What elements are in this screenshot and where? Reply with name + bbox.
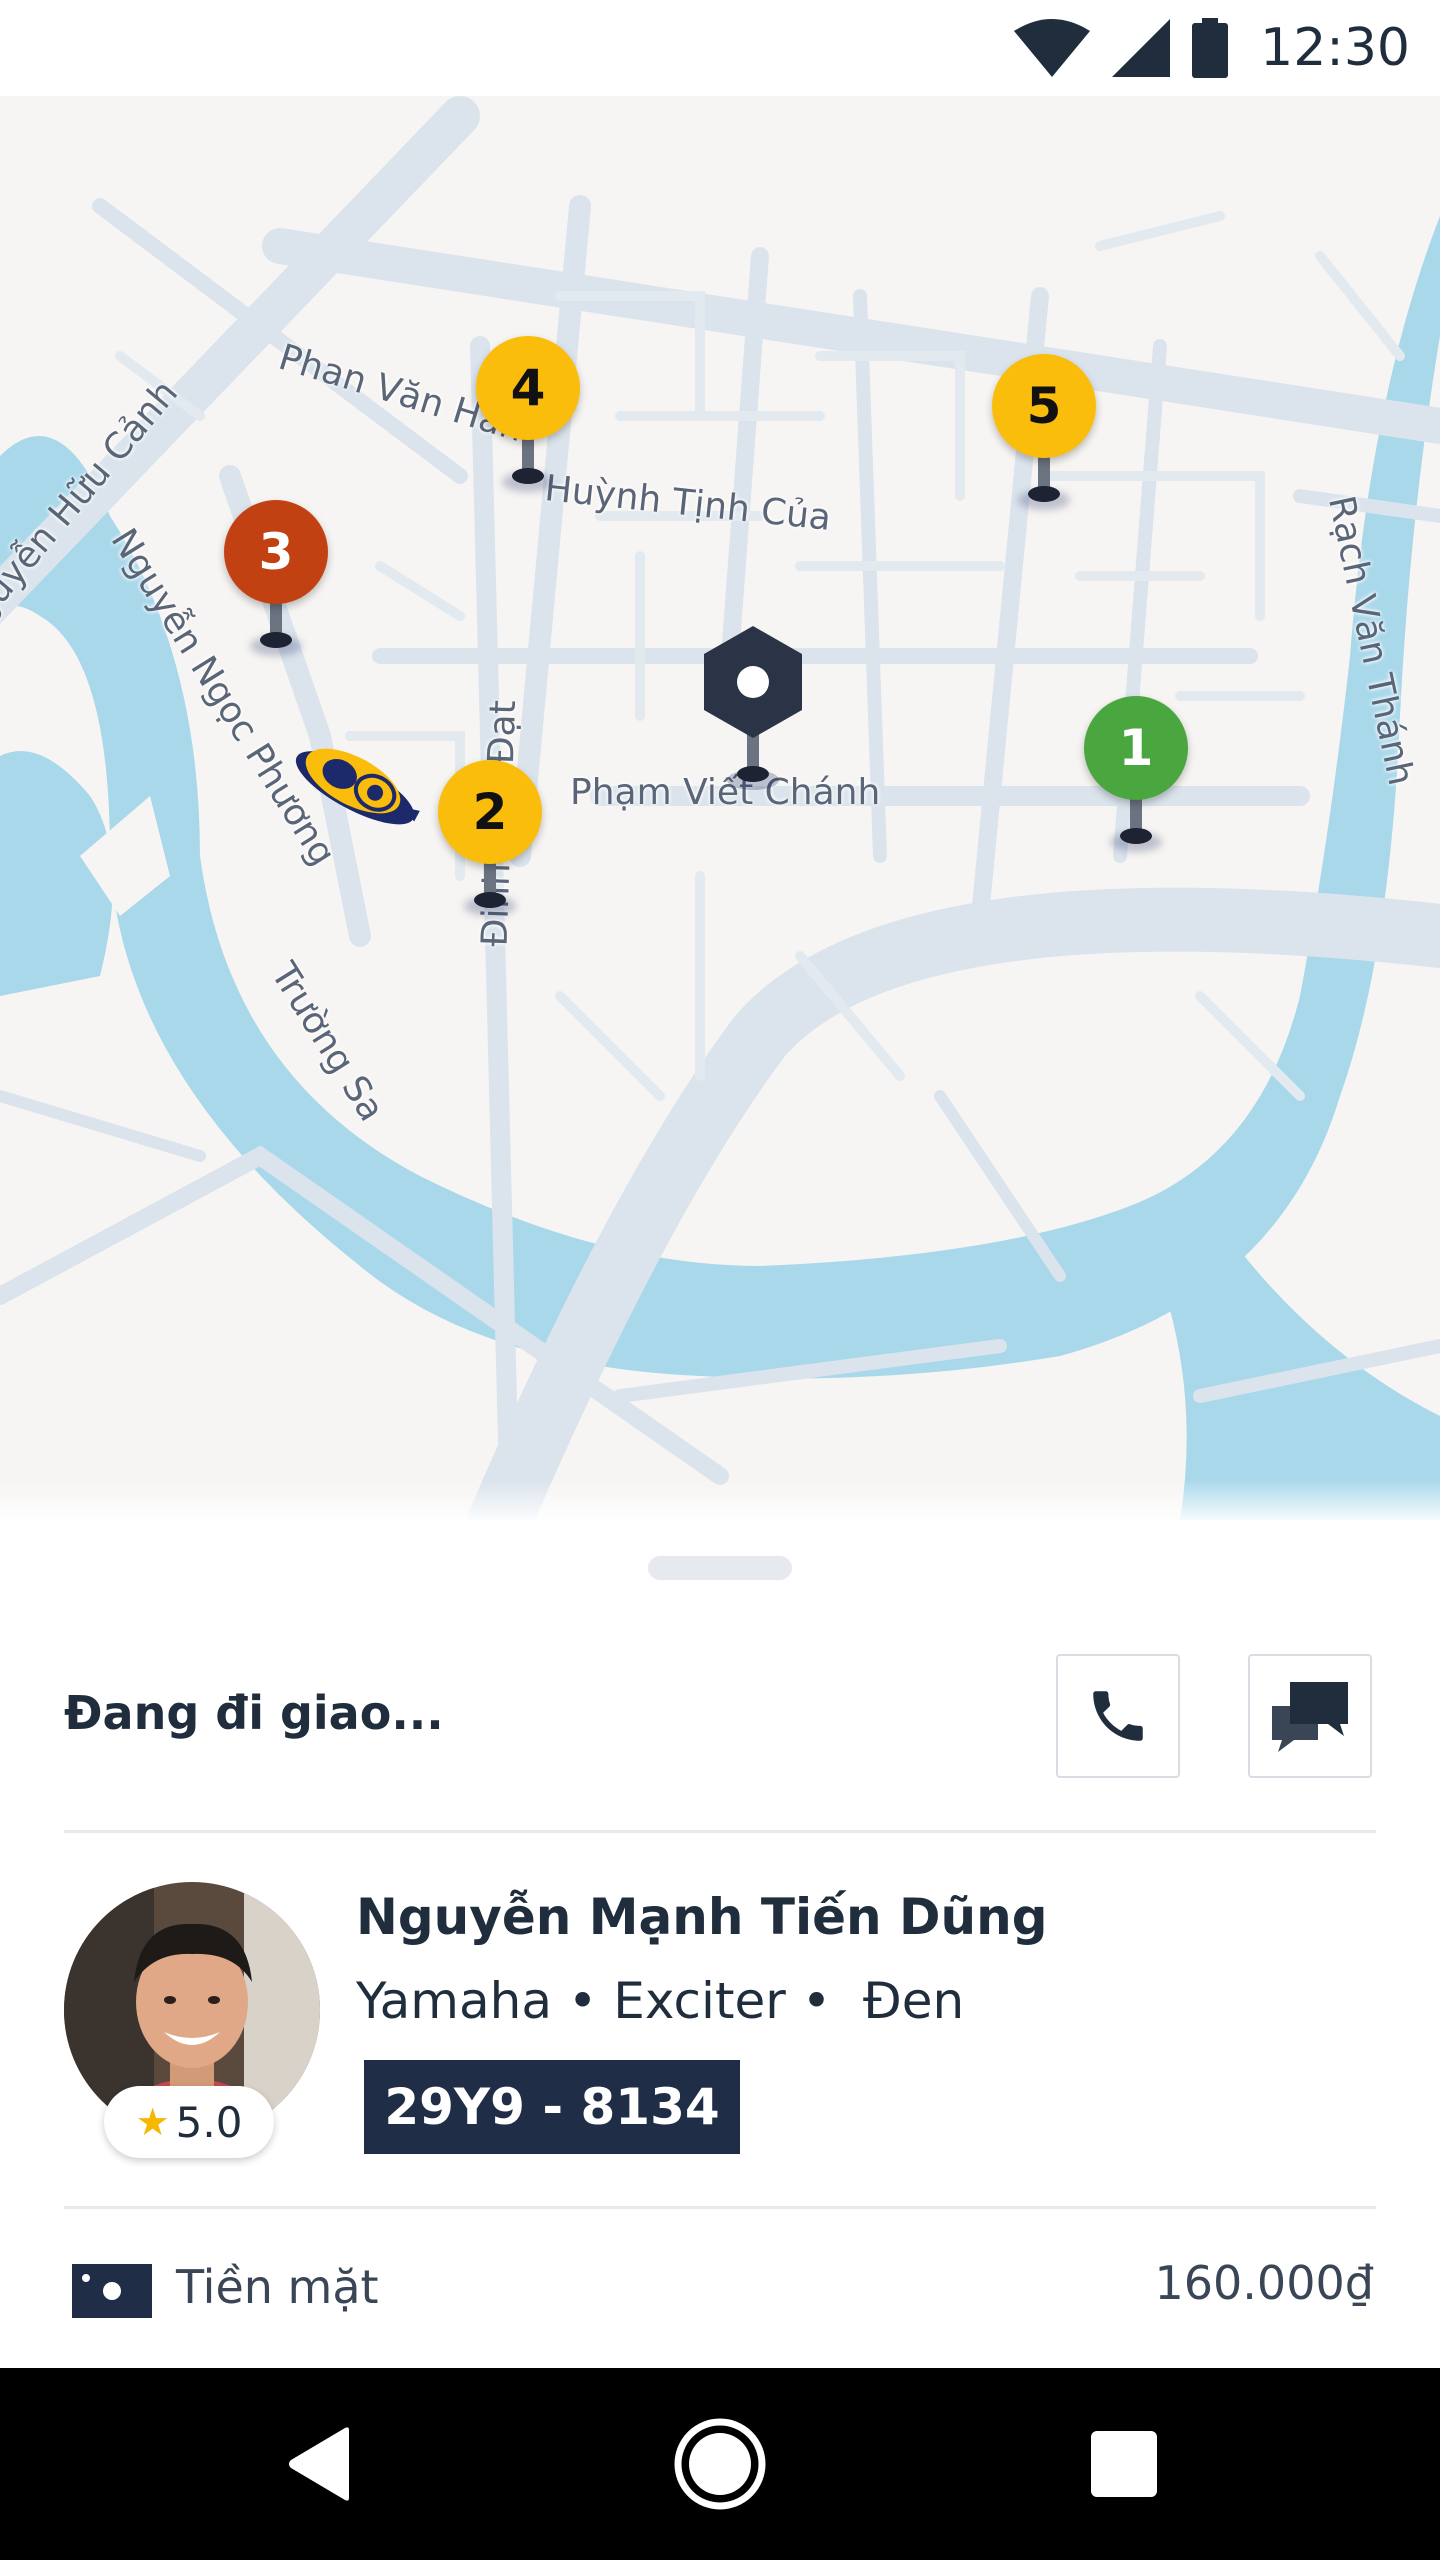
home-icon — [674, 2418, 766, 2510]
pin-base — [512, 468, 544, 484]
stop-pin-3[interactable]: 3 — [224, 500, 328, 660]
pin-base — [1028, 486, 1060, 502]
driver-rating-badge: ★ 5.0 — [104, 2086, 274, 2158]
payment-amount: 160.000₫ — [1154, 2256, 1375, 2310]
divider — [64, 1830, 1376, 1833]
vehicle-info: Yamaha • Exciter • Đen — [356, 1972, 965, 2030]
status-time: 12:30 — [1260, 18, 1410, 78]
map-fade — [0, 1480, 1440, 1520]
payment-method: Tiền mặt — [176, 2260, 379, 2314]
map-view[interactable]: Phan Văn Hân Huỳnh Tịnh Của Phạm Viết Ch… — [0, 96, 1440, 1520]
status-icons: 12:30 — [1014, 18, 1410, 78]
stop-pin-5[interactable]: 5 — [992, 354, 1096, 514]
stop-pin-label: 4 — [476, 336, 580, 440]
home-button[interactable] — [664, 2408, 776, 2520]
driver-scooter-icon — [278, 726, 428, 836]
cash-icon — [72, 2264, 152, 2318]
stop-pin-label: 5 — [992, 354, 1096, 458]
pin-base — [1120, 828, 1152, 844]
license-plate: 29Y9 - 8134 — [364, 2060, 740, 2154]
back-icon — [289, 2427, 349, 2501]
back-button[interactable] — [264, 2408, 376, 2520]
wifi-icon — [1014, 19, 1091, 77]
stop-pin-4[interactable]: 4 — [476, 336, 580, 496]
recents-button[interactable] — [1068, 2408, 1180, 2520]
status-bar: 12:30 — [0, 0, 1440, 96]
recents-icon — [1091, 2431, 1157, 2497]
pin-base — [260, 632, 292, 648]
divider — [64, 2206, 1376, 2209]
system-nav-bar — [0, 2368, 1440, 2560]
call-button[interactable] — [1056, 1654, 1180, 1778]
stop-pin-1[interactable]: 1 — [1084, 696, 1188, 856]
stop-pin-label: 2 — [438, 760, 542, 864]
battery-icon — [1192, 18, 1229, 78]
driver-name: Nguyễn Mạnh Tiến Dũng — [356, 1888, 1048, 1946]
destination-marker[interactable] — [700, 624, 806, 794]
chat-button[interactable] — [1248, 1654, 1372, 1778]
stop-pin-label: 1 — [1084, 696, 1188, 800]
trip-bottom-sheet: Đang đi giao... ★ 5.0 Nguyễn Mạnh Tiến D… — [0, 1520, 1440, 2368]
driver-rating-value: 5.0 — [175, 2097, 243, 2147]
pin-base — [474, 892, 506, 908]
phone-icon — [1093, 1691, 1143, 1741]
chat-icon — [1272, 1682, 1348, 1752]
stop-pin-label: 3 — [224, 500, 328, 604]
trip-status-title: Đang đi giao... — [64, 1686, 444, 1740]
stop-pin-2[interactable]: 2 — [438, 760, 542, 920]
sheet-drag-handle[interactable] — [648, 1556, 792, 1580]
signal-icon — [1112, 19, 1171, 77]
star-icon: ★ — [135, 2100, 170, 2144]
